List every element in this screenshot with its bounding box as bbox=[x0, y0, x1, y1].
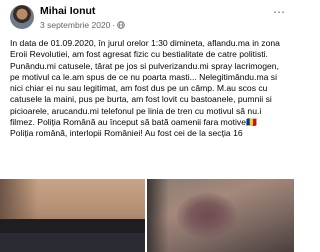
post-line: filmez. Poliția Română au început să bat… bbox=[10, 117, 257, 128]
post-date[interactable]: 3 septembrie 2020 bbox=[40, 20, 110, 30]
more-options-icon[interactable]: ⋯ bbox=[273, 6, 286, 18]
photo-trunks bbox=[0, 233, 145, 252]
post-header: Mihai Ionut 3 septembrie 2020 · ⋯ bbox=[0, 0, 294, 38]
photo-waistband bbox=[0, 219, 145, 233]
photo-grid bbox=[0, 179, 294, 252]
bruise-mark bbox=[177, 193, 237, 239]
post-line: catusele la maini, pus pe burta, am fost… bbox=[10, 94, 272, 105]
meta-separator: · bbox=[112, 20, 116, 30]
photo-bruise[interactable] bbox=[147, 179, 294, 252]
post-line: Eroii Revolutiei, am fost agresat fizic … bbox=[10, 49, 268, 60]
globe-icon bbox=[117, 21, 126, 29]
post-line: pe motivul ca le.am spus de ce nu poarta… bbox=[10, 71, 278, 82]
post-line: nici chiar ei nu sau legitimat, am fost … bbox=[10, 83, 268, 94]
author-name[interactable]: Mihai Ionut bbox=[40, 5, 95, 17]
author-avatar[interactable] bbox=[10, 5, 34, 29]
photo-shadow bbox=[0, 179, 38, 219]
post-line: Poliția română, interlopii României! Au … bbox=[10, 128, 243, 139]
post-line: Punându.mi catusele, târat pe jos si pul… bbox=[10, 60, 279, 71]
post-meta: 3 septembrie 2020 · bbox=[40, 20, 126, 30]
photo-shadow bbox=[147, 179, 169, 252]
post-line: picioarele, arucandu.mi telefonul pe lin… bbox=[10, 105, 262, 116]
post-body: In data de 01.09.2020, în jurul orelor 1… bbox=[10, 38, 292, 140]
photo-torso[interactable] bbox=[0, 179, 145, 252]
post-line: In data de 01.09.2020, în jurul orelor 1… bbox=[10, 38, 280, 48]
